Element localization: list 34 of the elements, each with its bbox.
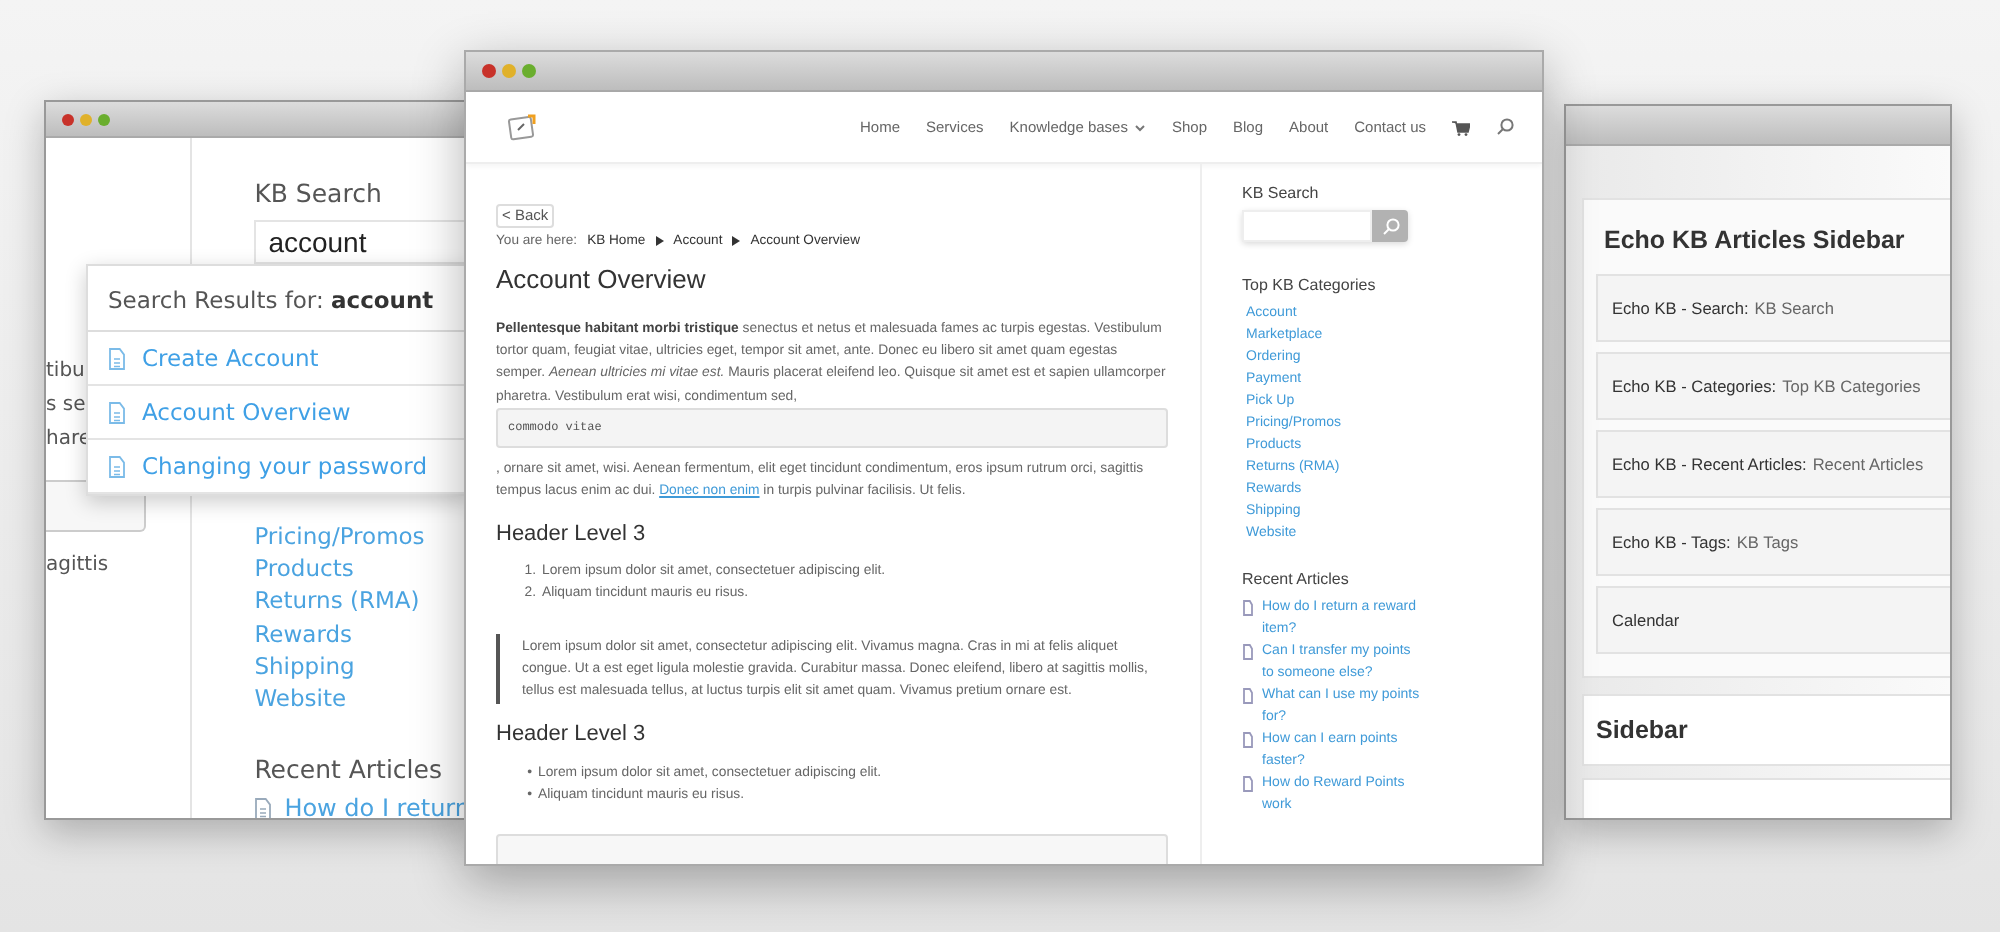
widget-heading: Recent Articles [1242,570,1351,588]
widget-row[interactable]: Echo KB - Categories: Top KB Categories [1596,352,1950,420]
widget-row[interactable]: Echo KB - Tags: KB Tags [1596,508,1950,576]
category-link[interactable]: Shipping [254,649,470,683]
article-title: Account Overview [496,267,708,290]
widget-row[interactable]: Calendar [1596,586,1950,654]
widget-name: Echo KB - Search: [1612,298,1749,318]
section-heading: Header Level 3 [496,523,648,546]
widget-row[interactable]: Echo KB - Recent Articles: Recent Articles [1596,430,1950,498]
panel-title: Echo KB Articles Sidebar [1602,224,1907,258]
widget-heading: KB Search [254,178,384,208]
section-heading: Header Level 3 [496,724,648,748]
text-fragment: agittis [46,552,109,580]
widget-heading: Recent Articles [254,754,444,785]
widget-name: Echo KB - Categories: [1612,376,1777,396]
text-fragment: tibu [46,358,85,386]
results-heading: Search Results for: account [108,286,434,314]
category-link[interactable]: Rewards [254,617,470,650]
widget-heading: KB Search [1242,184,1321,202]
widget-name: Calendar [1612,610,1680,630]
text-fragment: s se [46,392,86,420]
widget-title: KB Search [1754,298,1834,318]
category-link[interactable]: Products [254,552,470,585]
widget-row[interactable]: Echo KB - Search: KB Search [1596,274,1950,342]
category-link[interactable]: Returns (RMA) [254,584,470,618]
category-link[interactable]: Pricing/Promos [254,520,470,553]
widget-title: KB Tags [1736,532,1799,552]
widget-title: Top KB Categories [1782,376,1921,396]
widget-name: Echo KB - Tags: [1612,532,1731,552]
widget-name: Echo KB - Recent Articles: [1612,454,1807,474]
widget-heading: Top KB Categories [1242,276,1378,294]
category-link[interactable]: Website [254,682,470,715]
widget-title: Recent Articles [1812,454,1924,474]
panel-title: Sidebar [1596,716,1688,744]
